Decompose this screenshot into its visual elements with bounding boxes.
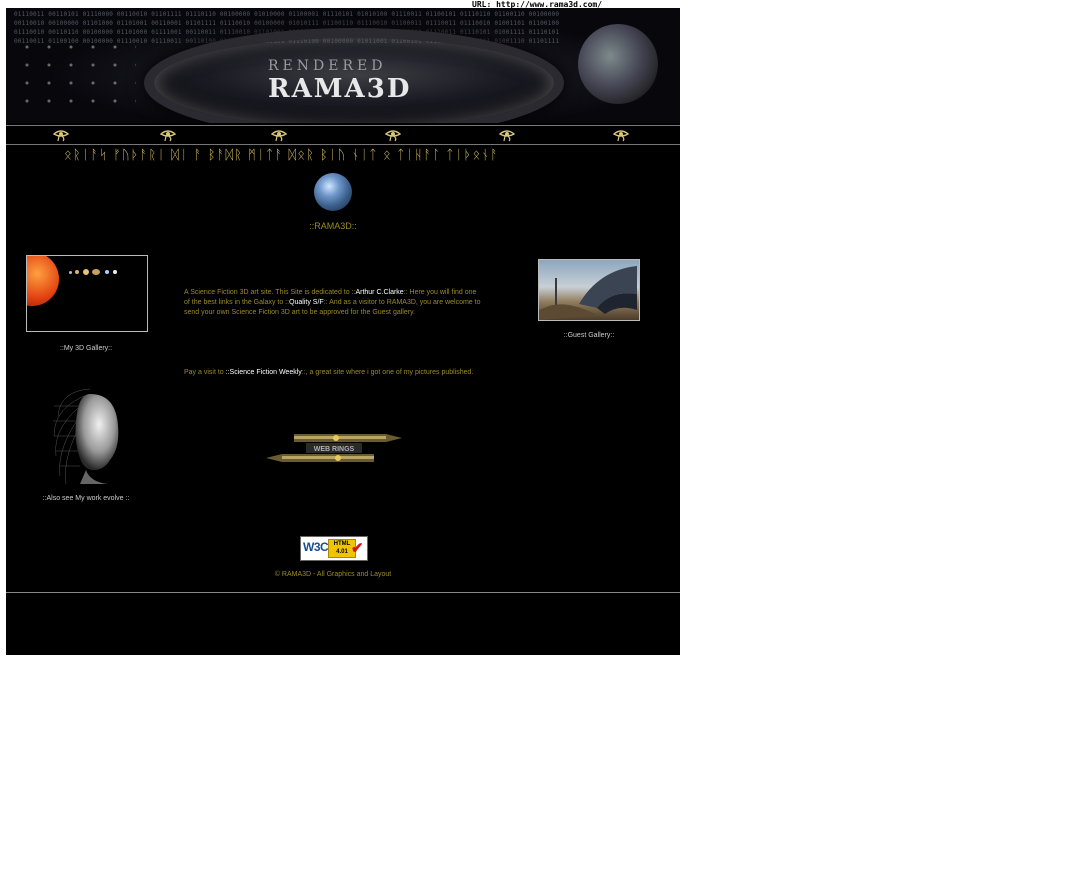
copyright-text: © RAMA3D - All Graphics and Layout [274, 571, 392, 578]
banner-binary-row: 00110010 00100000 01101000 01101001 0011… [14, 20, 560, 27]
planet-dot [83, 269, 89, 275]
nav-eye-icon-1[interactable] [52, 128, 70, 142]
guest-gallery-image [539, 266, 637, 320]
banner-starfield [16, 38, 136, 108]
nav-eye-icon-3[interactable] [270, 128, 288, 142]
banner-binary-row: 01110011 00110101 01110000 00110010 0110… [14, 11, 560, 18]
banner-moon [578, 24, 658, 104]
work-evolve-link[interactable]: ::Also see My work evolve :: [6, 495, 166, 502]
science-fiction-weekly-link[interactable]: ::Science Fiction Weekly [226, 369, 302, 376]
eye-of-horus-icon [159, 130, 177, 142]
quality-sf-link[interactable]: Quality S/F [289, 299, 324, 306]
header-banner: 01110011 00110101 01110000 00110010 0110… [6, 8, 680, 123]
planet-dot [75, 270, 79, 274]
site-container: 01110011 00110101 01110000 00110010 0110… [6, 8, 680, 655]
banner-logo-top: RENDERED [268, 58, 387, 74]
planet-dot [113, 270, 117, 274]
planet-dot [105, 270, 109, 274]
nav-eye-icon-2[interactable] [159, 128, 177, 142]
eye-of-horus-icon [52, 130, 70, 142]
intro-paragraph: A Science Fiction 3D art site. This Site… [184, 288, 482, 318]
guest-gallery-thumbnail[interactable] [538, 259, 640, 321]
visit-text-end: ::, a great site where i got one of my p… [301, 369, 474, 376]
banner-logo: RAMA3D [268, 74, 412, 104]
planet-dot [92, 269, 100, 275]
visit-text-start: Pay a visit to [184, 369, 226, 376]
w3c-logo-text: W3C [303, 540, 329, 554]
eye-of-horus-icon [270, 130, 288, 142]
planet-dot [69, 271, 72, 274]
wireframe-head-image [53, 388, 119, 485]
nav-eye-icon-4[interactable] [384, 128, 402, 142]
web-rings-label: WEB RINGS [314, 446, 355, 453]
eye-of-horus-icon [612, 130, 630, 142]
site-title: ::RAMA3D:: [309, 221, 357, 231]
w3c-html-validation-badge[interactable]: W3C HTML 4.01 ✔ [300, 536, 368, 561]
my-3d-gallery-link[interactable]: ::My 3D Gallery:: [6, 345, 166, 352]
intro-text-start: A Science Fiction 3D art site. This Site… [184, 289, 356, 296]
web-rings-arrows: WEB RINGS [266, 434, 402, 462]
sun-image [27, 256, 59, 306]
my-3d-gallery-thumbnail[interactable] [26, 255, 148, 332]
nav-eye-icon-5[interactable] [498, 128, 516, 142]
arthur-clarke-link[interactable]: Arthur C.Clarke [355, 289, 403, 296]
eye-of-horus-icon [384, 130, 402, 142]
nav-eye-icon-6[interactable] [612, 128, 630, 142]
guest-gallery-link[interactable]: ::Guest Gallery:: [538, 332, 640, 339]
earth-icon [314, 173, 352, 211]
checkmark-icon: ✔ [351, 540, 364, 557]
visit-paragraph: Pay a visit to ::Science Fiction Weekly:… [184, 368, 482, 378]
alien-script-heading: ᛟᚱᛁᚨᛋ ᚠᚢᚦᚨᚱᛁ ᛞᛁ ᚨ ᛒᚨᛞᚱ ᛗᛁᛏᚨ ᛞᛟᚱ ᛒᛁᚢ ᚾᛁᛏ … [64, 148, 499, 163]
eye-of-horus-icon [498, 130, 516, 142]
footer-divider [6, 592, 680, 593]
nav-bar [6, 125, 680, 145]
